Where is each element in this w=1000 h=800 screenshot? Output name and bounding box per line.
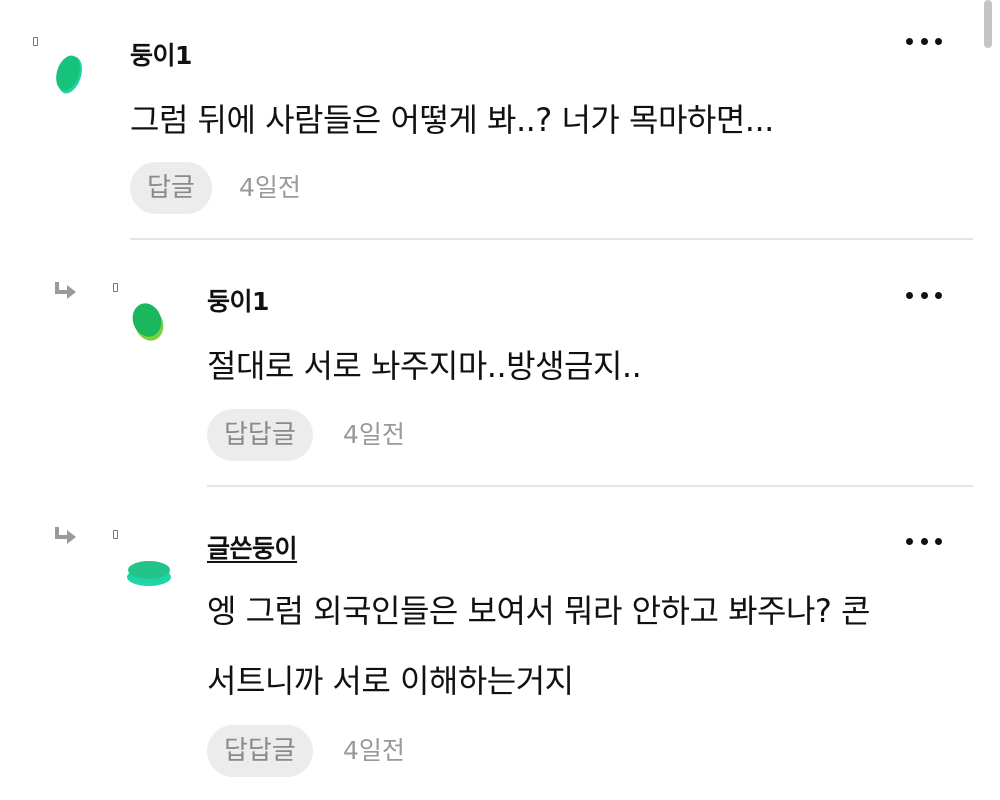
indicator-icon	[113, 283, 118, 292]
reply-arrow-icon	[55, 527, 76, 544]
avatar-icon	[127, 561, 171, 586]
comment-text: 절대로 서로 놔주지마..방생금지..	[207, 347, 642, 385]
comment-text-line: 서트니까 서로 이해하는거지	[207, 662, 574, 700]
reply-button[interactable]: 답답글	[207, 409, 313, 461]
avatar-icon	[56, 55, 82, 94]
dot-icon	[906, 291, 913, 299]
dot-icon	[906, 37, 913, 45]
reply-item: 둥이1 절대로 서로 놔주지마..방생금지.. 답답글 4일전	[0, 240, 1000, 487]
comment-text: 그럼 뒤에 사람들은 어떻게 봐..? 너가 목마하면...	[130, 101, 774, 139]
reply-arrow-icon	[55, 282, 76, 299]
reply-item: 글쓴둥이 엥 그럼 외국인들은 보여서 뭐라 안하고 봐주나? 콘 서트니까 서…	[0, 487, 1000, 800]
reply-button[interactable]: 답글	[130, 162, 212, 214]
reply-button[interactable]: 답답글	[207, 725, 313, 777]
username[interactable]: 둥이1	[207, 282, 269, 318]
dot-icon	[935, 37, 942, 45]
more-options-button[interactable]	[906, 536, 942, 546]
more-options-button[interactable]	[906, 36, 942, 46]
indicator-icon	[33, 37, 38, 46]
indicator-icon	[113, 530, 118, 539]
comment-text-line: 엥 그럼 외국인들은 보여서 뭐라 안하고 봐주나? 콘	[207, 592, 871, 630]
dot-icon	[935, 537, 942, 545]
username[interactable]: 둥이1	[130, 36, 192, 72]
timestamp: 4일전	[343, 420, 405, 449]
dot-icon	[906, 537, 913, 545]
scrollbar[interactable]	[984, 0, 992, 48]
dot-icon	[920, 37, 928, 45]
dot-icon	[920, 291, 928, 299]
timestamp: 4일전	[343, 736, 405, 765]
author-username[interactable]: 글쓴둥이	[207, 529, 298, 565]
comment-item: 둥이1 그럼 뒤에 사람들은 어떻게 봐..? 너가 목마하면... 답글 4일…	[0, 0, 1000, 240]
timestamp: 4일전	[239, 173, 301, 202]
avatar-icon	[132, 303, 164, 341]
dot-icon	[920, 537, 928, 545]
more-options-button[interactable]	[906, 290, 942, 300]
dot-icon	[935, 291, 942, 299]
